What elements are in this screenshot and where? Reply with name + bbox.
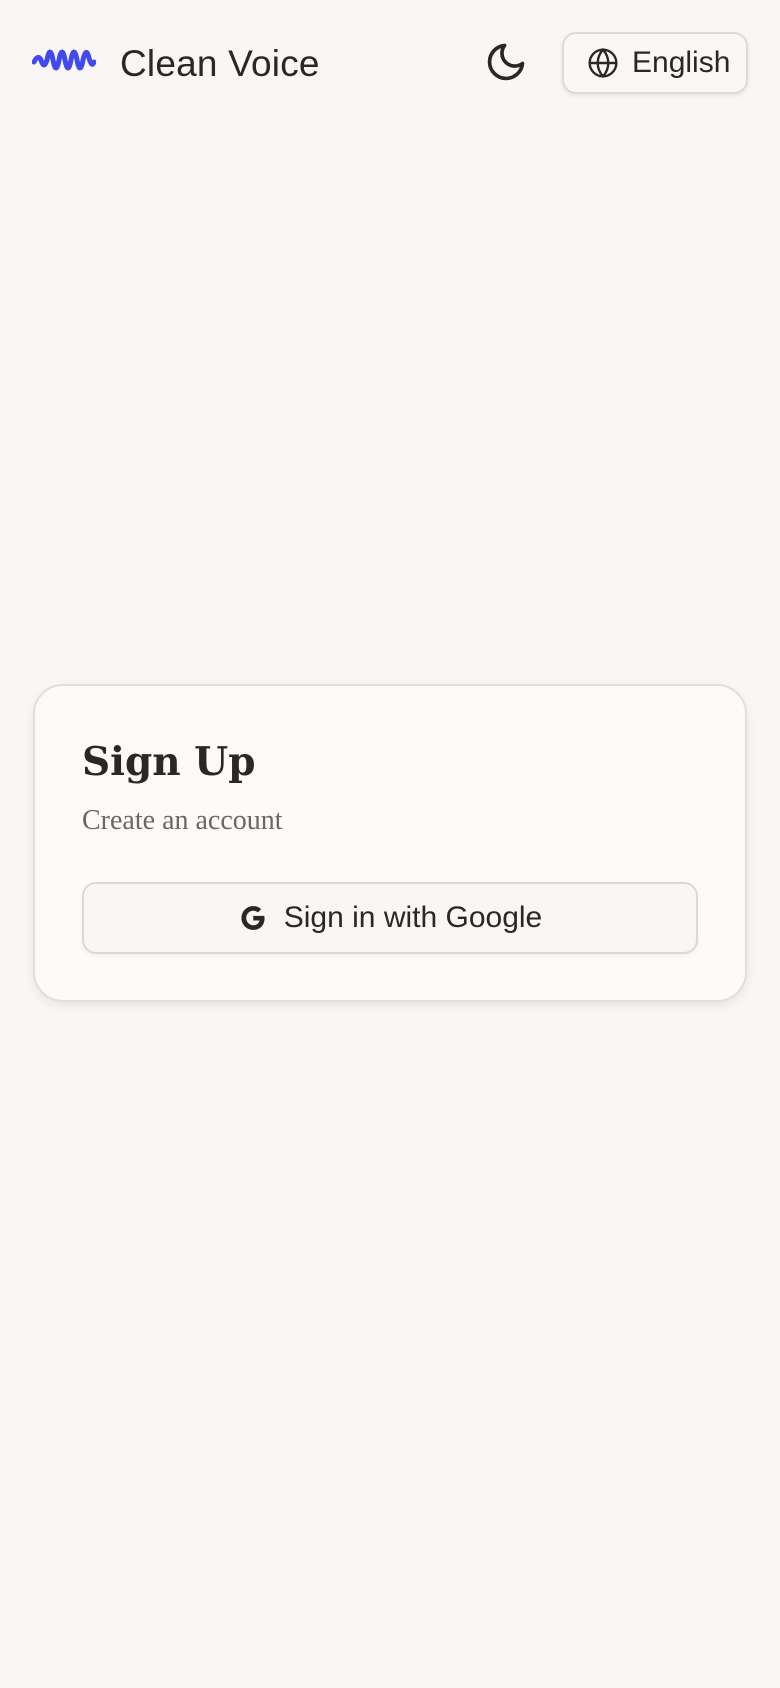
signup-subtitle: Create an account — [82, 805, 283, 836]
google-signin-label: Sign in with Google — [283, 901, 543, 934]
google-icon — [238, 903, 268, 933]
language-selector-button[interactable]: English — [562, 32, 748, 94]
top-bar: Clean Voice English — [0, 0, 780, 128]
theme-toggle-button[interactable] — [478, 40, 534, 88]
globe-icon — [586, 46, 620, 80]
language-label: English — [632, 46, 731, 79]
signup-title: Sign Up — [82, 739, 256, 785]
soundwave-icon[interactable] — [31, 40, 97, 80]
signup-card: Sign Up Create an account Sign in with G… — [33, 684, 747, 1002]
brand-name[interactable]: Clean Voice — [120, 40, 320, 88]
google-signin-button[interactable]: Sign in with Google — [82, 882, 698, 954]
moon-icon — [484, 40, 528, 89]
